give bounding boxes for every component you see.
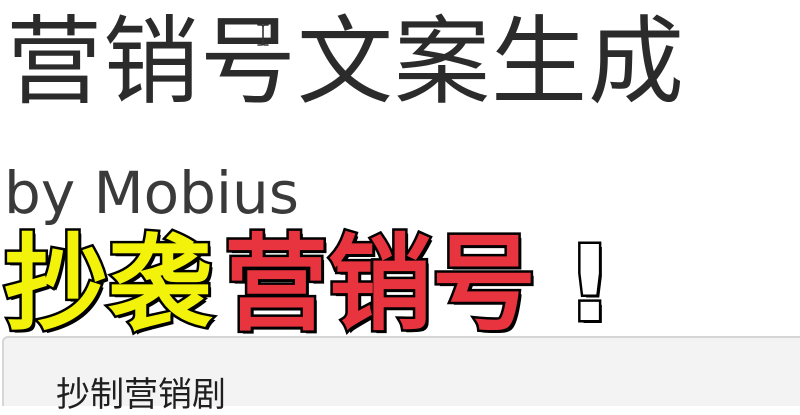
app-byline: by Mobius: [4, 159, 300, 227]
overlay-banner: 抄袭 营销号 !: [1, 223, 625, 345]
input-text-value[interactable]: 抄制营销剧: [56, 378, 226, 412]
app-title: 营销号文案生成: [6, 6, 685, 118]
banner-exclamation: !: [564, 223, 616, 345]
text-input-area[interactable]: 抄制营销剧: [2, 336, 800, 412]
text-cursor-icon: [257, 24, 269, 46]
banner-text-marketing-account: 营销号: [222, 223, 539, 345]
banner-text-plagiarize: 抄袭: [1, 223, 214, 345]
